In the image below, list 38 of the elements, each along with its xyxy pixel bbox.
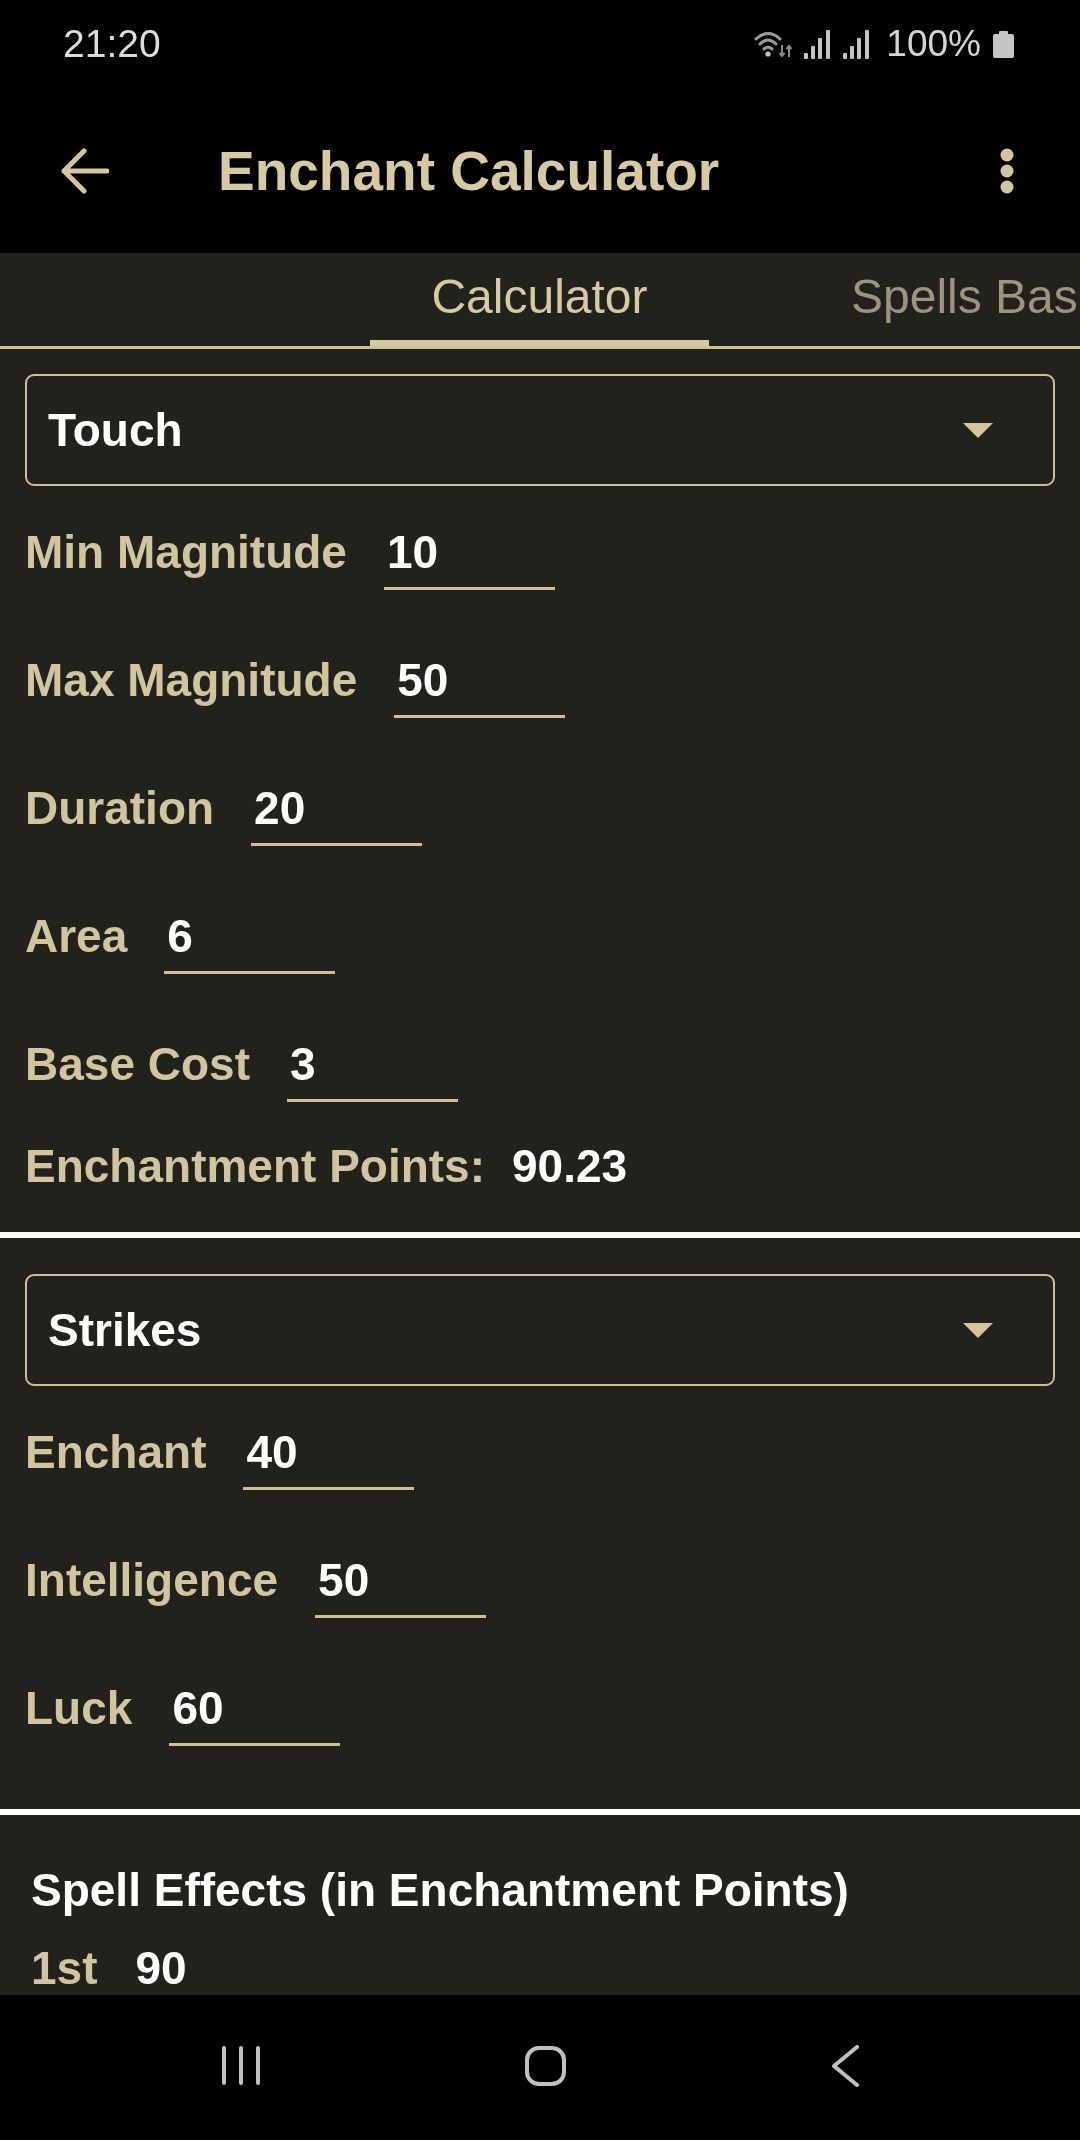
tab[interactable]: Spells Bas [709,253,1080,346]
back-arrow-icon[interactable] [59,147,109,194]
input-field[interactable]: 6 [164,911,336,974]
recents-icon[interactable] [221,2046,260,2085]
result-value: 90.23 [512,1139,628,1193]
input-field[interactable]: 50 [315,1555,487,1618]
input-field[interactable]: 3 [286,1039,458,1102]
section-heading: Spell Effects (in Enchantment Points) [31,1863,850,1917]
signal-icon [843,29,871,59]
input-field[interactable]: 20 [251,783,423,846]
chevron-left-icon[interactable] [830,2044,859,2087]
home-icon[interactable] [524,2045,566,2086]
field-label: Base Cost [25,1037,250,1091]
signal-icon [804,29,832,59]
menu-icon[interactable] [1000,147,1014,194]
input-field[interactable]: 60 [169,1683,341,1746]
effect-label: 1st [31,1945,98,1991]
dropdown[interactable]: Touch [25,374,1055,486]
field-label: Duration [25,781,215,835]
field-label: Area [25,909,128,963]
input-field[interactable]: 50 [394,655,566,718]
field-label: Min Magnitude [25,525,347,579]
field-label: Max Magnitude [25,653,358,707]
input-field[interactable]: 40 [243,1427,415,1490]
caret-icon [963,1322,993,1338]
caret-icon [963,422,993,438]
field-label: Intelligence [25,1553,279,1607]
input-field[interactable]: 10 [383,527,555,590]
field-label: Luck [25,1681,133,1735]
wifi-icon [754,30,793,58]
effect-value: 90 [135,1945,187,1991]
battery-icon [993,30,1014,58]
status-time: 21:20 [63,22,161,66]
app-title: Enchant Calculator [218,138,720,203]
battery-percentage: 100% [886,23,981,65]
field-label: Enchant [25,1425,207,1479]
result-label: Enchantment Points: [25,1139,486,1193]
dropdown[interactable]: Strikes [25,1274,1055,1386]
